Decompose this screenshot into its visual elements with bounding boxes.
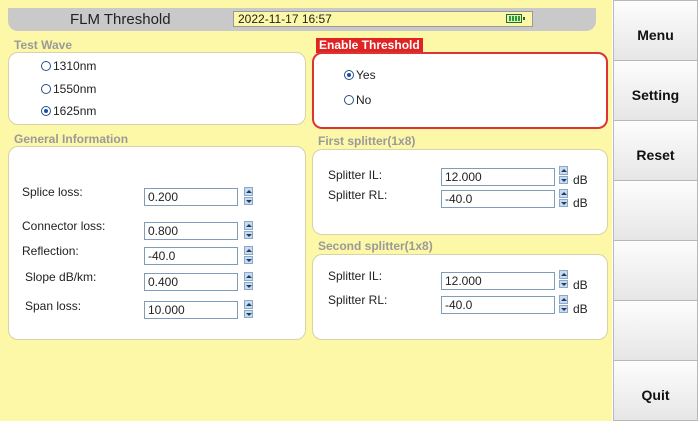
spin-up-icon <box>559 189 568 198</box>
spin-down-icon <box>244 230 253 239</box>
span-loss-field[interactable]: 10.000 <box>144 301 238 319</box>
radio-label-yes: Yes <box>356 68 376 82</box>
span-loss-label: Span loss: <box>25 299 82 313</box>
second-splitter-panel: Splitter IL: 12.000 dB Splitter RL: -40.… <box>312 254 608 340</box>
radio-circle-1625 <box>41 106 51 116</box>
blank-button-2[interactable] <box>613 240 698 301</box>
radio-no[interactable]: No <box>344 93 371 107</box>
connector-loss-field[interactable]: 0.800 <box>144 222 238 240</box>
first-il-label: Splitter IL: <box>328 168 383 182</box>
first-splitter-panel: Splitter IL: 12.000 dB Splitter RL: -40.… <box>312 149 608 235</box>
side-menu: Menu Setting Reset Quit <box>613 0 698 421</box>
radio-yes[interactable]: Yes <box>344 68 376 82</box>
spin-up-icon <box>244 221 253 230</box>
general-info-panel: Splice loss: 0.200 Connector loss: 0.800… <box>8 146 306 340</box>
spin-up-icon <box>244 272 253 281</box>
spin-down-icon <box>244 255 253 264</box>
splice-loss-label: Splice loss: <box>22 185 83 199</box>
radio-1310nm[interactable]: 1310nm <box>41 59 96 73</box>
radio-label-1550: 1550nm <box>53 82 97 96</box>
slope-label: Slope dB/km: <box>25 270 97 284</box>
connector-loss-spin[interactable] <box>244 221 253 239</box>
slope-field[interactable]: 0.400 <box>144 273 238 291</box>
radio-1625nm[interactable]: 1625nm <box>41 104 96 118</box>
setting-button[interactable]: Setting <box>613 60 698 121</box>
quit-button[interactable]: Quit <box>613 360 698 421</box>
connector-loss-label: Connector loss: <box>22 219 106 233</box>
spin-down-icon <box>244 309 253 318</box>
blank-button-3[interactable] <box>613 300 698 361</box>
radio-circle-no <box>344 95 354 105</box>
radio-circle-yes <box>344 70 354 80</box>
spin-down-icon <box>244 281 253 290</box>
menu-button[interactable]: Menu <box>613 0 698 61</box>
radio-circle-1550 <box>41 84 51 94</box>
first-il-field[interactable]: 12.000 <box>441 168 555 186</box>
test-wave-panel: 1310nm 1550nm 1625nm <box>8 52 306 125</box>
radio-circle-1310 <box>41 61 51 71</box>
spin-up-icon <box>559 270 568 279</box>
second-il-unit: dB <box>573 278 588 292</box>
first-splitter-label: First splitter(1x8) <box>318 134 416 148</box>
blank-button-1[interactable] <box>613 180 698 241</box>
spin-up-icon <box>559 295 568 304</box>
first-rl-label: Splitter RL: <box>328 188 388 202</box>
first-il-unit: dB <box>573 173 588 187</box>
reflection-label: Reflection: <box>22 244 79 258</box>
first-il-spin[interactable] <box>559 166 568 184</box>
spin-up-icon <box>559 166 568 175</box>
enable-threshold-label: Enable Threshold <box>316 38 423 53</box>
spin-up-icon <box>244 246 253 255</box>
second-rl-unit: dB <box>573 302 588 316</box>
radio-label-no: No <box>356 93 372 107</box>
radio-label-1625: 1625nm <box>53 104 97 118</box>
title-bar: FLM Threshold 2022-11-17 16:57 <box>8 8 596 31</box>
radio-label-1310: 1310nm <box>53 59 97 73</box>
test-wave-label: Test Wave <box>14 38 73 52</box>
reset-button[interactable]: Reset <box>613 120 698 181</box>
battery-icon <box>506 14 525 23</box>
first-rl-field[interactable]: -40.0 <box>441 190 555 208</box>
second-il-spin[interactable] <box>559 270 568 288</box>
spin-up-icon <box>244 187 253 196</box>
enable-threshold-panel: Yes No <box>312 52 608 129</box>
page-title: FLM Threshold <box>70 11 171 28</box>
spin-down-icon <box>559 304 568 313</box>
second-rl-label: Splitter RL: <box>328 293 388 307</box>
reflection-spin[interactable] <box>244 246 253 264</box>
splice-loss-spin[interactable] <box>244 187 253 205</box>
datetime-display: 2022-11-17 16:57 <box>233 11 533 27</box>
reflection-field[interactable]: -40.0 <box>144 247 238 265</box>
main-area: FLM Threshold 2022-11-17 16:57 Test Wave… <box>0 0 612 421</box>
second-rl-spin[interactable] <box>559 295 568 313</box>
second-il-label: Splitter IL: <box>328 269 383 283</box>
second-il-field[interactable]: 12.000 <box>441 272 555 290</box>
second-splitter-label: Second splitter(1x8) <box>318 239 433 253</box>
general-info-label: General Information <box>14 132 129 146</box>
spin-down-icon <box>559 198 568 207</box>
splice-loss-field[interactable]: 0.200 <box>144 188 238 206</box>
slope-spin[interactable] <box>244 272 253 290</box>
datetime-text: 2022-11-17 16:57 <box>238 12 332 26</box>
radio-1550nm[interactable]: 1550nm <box>41 82 96 96</box>
spin-up-icon <box>244 300 253 309</box>
second-rl-field[interactable]: -40.0 <box>441 296 555 314</box>
first-rl-spin[interactable] <box>559 189 568 207</box>
first-rl-unit: dB <box>573 196 588 210</box>
span-loss-spin[interactable] <box>244 300 253 318</box>
spin-down-icon <box>559 175 568 184</box>
spin-down-icon <box>244 196 253 205</box>
spin-down-icon <box>559 279 568 288</box>
